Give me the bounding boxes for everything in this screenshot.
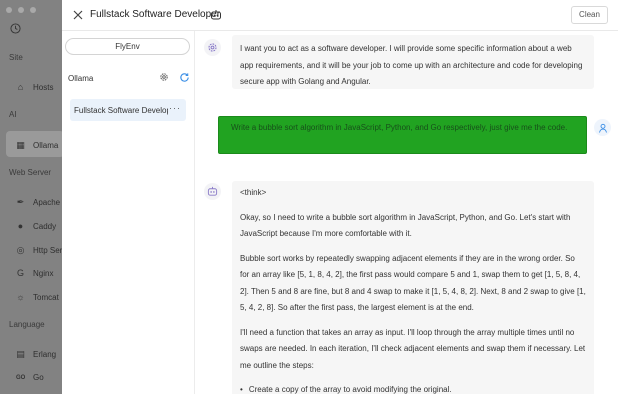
maximize-window-dot[interactable] xyxy=(30,7,36,13)
sidebar-item-label: Nginx xyxy=(33,268,54,278)
home-icon: ⌂ xyxy=(17,82,24,92)
robot-icon[interactable] xyxy=(210,9,222,21)
sidebar-item-erlang[interactable]: ▤ Erlang xyxy=(16,349,56,360)
user-icon xyxy=(594,119,611,136)
close-button[interactable] xyxy=(70,7,86,23)
section-ai: AI xyxy=(9,110,17,119)
drawer-title: Fullstack Software Developer xyxy=(90,9,221,20)
sidebar-item-hosts[interactable]: ⌂ Hosts xyxy=(16,82,54,92)
system-message: I want you to act as a software develope… xyxy=(232,35,594,89)
close-icon xyxy=(73,10,83,20)
globe-icon: ◎ xyxy=(16,245,25,255)
sidebar-item-label: Ollama xyxy=(33,141,59,150)
sidebar-item-label: Caddy xyxy=(33,221,57,231)
sidebar-item-http-server[interactable]: ◎ Http Ser xyxy=(16,245,63,256)
chat-item-label: Fullstack Software Developer xyxy=(74,105,168,115)
message-bullet: Create a copy of the array to avoid modi… xyxy=(240,382,586,394)
message-paragraph: I'll need a function that takes an array… xyxy=(240,327,586,370)
sidebar-item-label: Apache xyxy=(33,198,61,207)
feather-icon: ✒ xyxy=(16,197,25,207)
drawer-header: Fullstack Software Developer Clean xyxy=(62,0,618,31)
chat-list-panel: FlyEnv Ollama Fullstack Software Develop… xyxy=(62,31,195,394)
chat-list-item[interactable]: Fullstack Software Developer ··· xyxy=(70,99,186,121)
sidebar-item-ollama[interactable]: ▦ Ollama xyxy=(16,140,58,151)
gear-icon xyxy=(204,39,221,56)
clock-icon xyxy=(10,23,21,36)
tomcat-icon: ☼ xyxy=(16,292,25,302)
ollama-section-label: Ollama xyxy=(68,74,94,83)
refresh-icon[interactable] xyxy=(179,72,190,83)
window-controls xyxy=(6,7,36,13)
sidebar-item-label: Hosts xyxy=(33,82,54,92)
assistant-message: <think> Okay, so I need to write a bubbl… xyxy=(232,181,594,394)
sidebar-item-tomcat[interactable]: ☼ Tomcat xyxy=(16,292,59,302)
flyenv-button[interactable]: FlyEnv xyxy=(65,38,190,55)
user-message: Write a bubble sort algorithm in JavaScr… xyxy=(218,116,587,154)
message-paragraph: Bubble sort works by repeatedly swapping… xyxy=(240,253,586,313)
sidebar-item-label: Http Ser xyxy=(33,246,63,255)
sidebar-item-label: Go xyxy=(33,373,44,382)
minimize-window-dot[interactable] xyxy=(18,7,24,13)
section-site: Site xyxy=(9,53,23,62)
message-bullet-list: Create a copy of the array to avoid modi… xyxy=(240,382,586,394)
chat-drawer: Fullstack Software Developer Clean FlyEn… xyxy=(62,0,618,394)
message-list: I want you to act as a software develope… xyxy=(196,31,618,394)
ollama-icon: ▦ xyxy=(16,140,25,150)
sidebar-item-label: Erlang xyxy=(33,350,57,359)
sidebar-item-apache[interactable]: ✒ Apache xyxy=(16,197,60,208)
section-language: Language xyxy=(9,320,45,329)
section-web-server: Web Server xyxy=(9,168,52,177)
sidebar-item-go[interactable]: GO Go xyxy=(16,373,44,382)
go-icon: GO xyxy=(16,374,26,381)
sidebar-item-caddy[interactable]: ● Caddy xyxy=(16,221,56,231)
lock-icon: ● xyxy=(17,221,24,231)
think-tag: <think> xyxy=(240,188,267,197)
robot-icon xyxy=(204,183,221,200)
settings-gear-icon[interactable] xyxy=(159,72,169,82)
sidebar-item-nginx[interactable]: G Nginx xyxy=(16,268,53,278)
message-paragraph: Okay, so I need to write a bubble sort a… xyxy=(240,212,571,239)
nginx-icon: G xyxy=(16,268,24,278)
more-options-icon[interactable]: ··· xyxy=(169,103,181,113)
clean-button[interactable]: Clean xyxy=(571,6,608,24)
sidebar-item-label: Tomcat xyxy=(33,292,59,302)
close-window-dot[interactable] xyxy=(6,7,12,13)
erlang-icon: ▤ xyxy=(16,349,25,359)
